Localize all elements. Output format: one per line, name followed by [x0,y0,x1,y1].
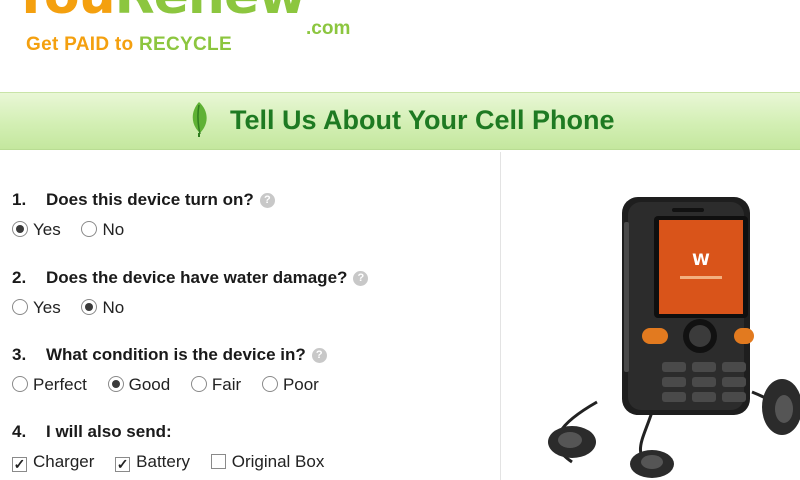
radio-button[interactable] [190,376,207,392]
leaf-icon [192,102,207,137]
condition-options: Perfect Good Fair Poor [12,375,335,395]
accessories-options: ✓ Charger ✓ Battery Original Box [12,452,340,472]
help-icon[interactable]: ? [311,348,327,363]
radio-button[interactable] [261,376,278,392]
question-water-damage: 2. Does the device have water damage?? [12,268,369,288]
page-title: Tell Us About Your Cell Phone [230,105,615,135]
device-image: W [502,152,800,480]
turns-on-no[interactable]: No [81,220,124,240]
help-icon[interactable]: ? [353,271,369,286]
column-divider [500,152,501,480]
condition-perfect[interactable]: Perfect [12,375,87,395]
question-accessories: 4. I will also send: [12,422,172,441]
help-icon[interactable]: ? [259,193,275,208]
question-condition: 3. What condition is the device in?? [12,345,327,365]
site-header: YouRenew .com Get PAID to RECYCLE [0,0,800,88]
turns-on-yes[interactable]: Yes [12,220,61,240]
logo-tagline: Get PAID to RECYCLE [26,34,232,55]
condition-poor[interactable]: Poor [261,375,319,395]
svg-text:W: W [692,250,710,269]
radio-button[interactable] [81,299,98,315]
accessory-original-box[interactable]: Original Box [210,452,324,472]
water-damage-options: Yes No [12,298,140,318]
cell-phone-illustration: W [548,197,800,478]
turns-on-options: Yes No [12,220,140,240]
site-logo[interactable]: YouRenew [12,0,306,26]
condition-good[interactable]: Good [107,375,170,395]
logo-domain: .com [306,18,351,39]
accessory-battery[interactable]: ✓ Battery [115,452,190,472]
checkbox[interactable]: ✓ [115,457,131,472]
water-damage-yes[interactable]: Yes [12,298,61,318]
radio-button[interactable] [12,299,28,315]
checkbox[interactable] [210,454,226,469]
water-damage-no[interactable]: No [81,298,124,318]
radio-button[interactable] [81,221,98,237]
checkbox[interactable]: ✓ [12,457,27,472]
radio-button[interactable] [12,376,28,392]
radio-button[interactable] [107,376,124,392]
accessory-charger[interactable]: ✓ Charger [12,452,94,472]
question-turns-on: 1. Does this device turn on?? [12,190,275,210]
radio-button[interactable] [12,221,28,237]
condition-fair[interactable]: Fair [190,375,241,395]
